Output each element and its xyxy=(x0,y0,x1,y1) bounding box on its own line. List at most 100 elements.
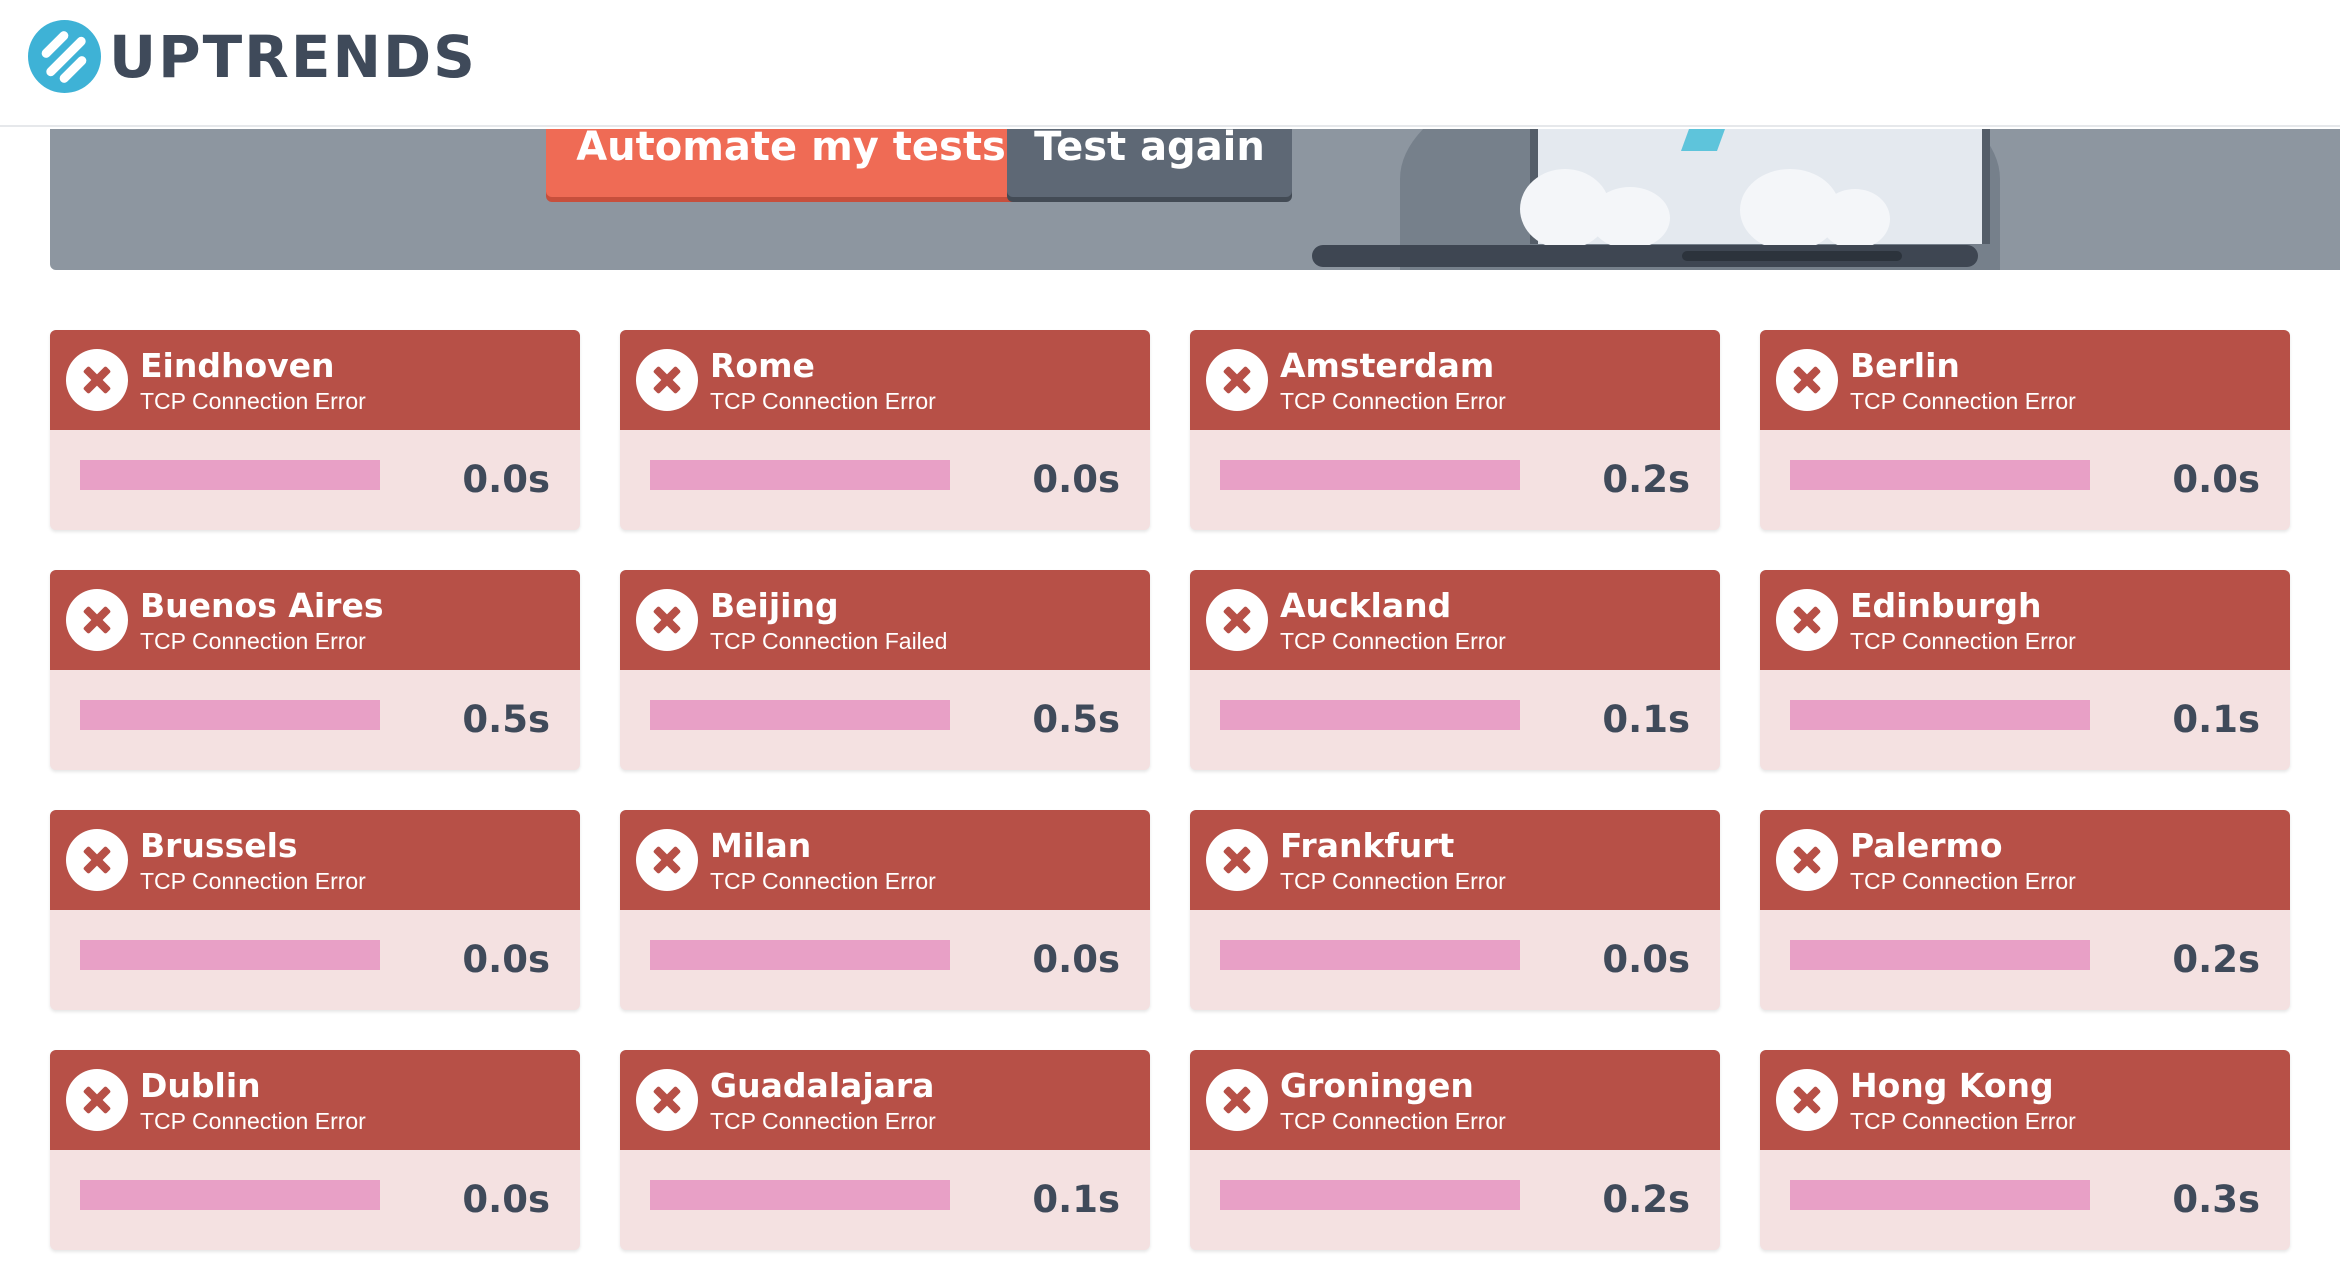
error-message: TCP Connection Error xyxy=(1280,388,1506,414)
card-body: 0.0s xyxy=(1760,430,2290,530)
card-body: 0.0s xyxy=(620,430,1150,530)
location-name: Brussels xyxy=(140,826,298,865)
location-name: Dublin xyxy=(140,1066,261,1105)
card-body: 0.0s xyxy=(50,910,580,1010)
error-x-icon xyxy=(66,589,128,651)
uptrends-logo[interactable]: UPTRENDS xyxy=(28,20,477,93)
location-result-card[interactable]: Edinburgh TCP Connection Error 0.1s xyxy=(1760,570,2290,770)
location-name: Berlin xyxy=(1850,346,1960,385)
error-message: TCP Connection Error xyxy=(1850,1108,2076,1134)
error-message: TCP Connection Error xyxy=(1850,628,2076,654)
cloud-decoration xyxy=(1590,187,1670,249)
response-time-bar xyxy=(80,700,380,730)
location-result-card[interactable]: Guadalajara TCP Connection Error 0.1s xyxy=(620,1050,1150,1250)
response-time-bar-fill xyxy=(650,1180,950,1210)
response-time-bar-fill xyxy=(80,1180,380,1210)
location-result-card[interactable]: Hong Kong TCP Connection Error 0.3s xyxy=(1760,1050,2290,1250)
location-result-card[interactable]: Frankfurt TCP Connection Error 0.0s xyxy=(1190,810,1720,1010)
response-time: 0.1s xyxy=(1602,698,1690,741)
card-body: 0.2s xyxy=(1760,910,2290,1010)
location-result-card[interactable]: Berlin TCP Connection Error 0.0s xyxy=(1760,330,2290,530)
error-message: TCP Connection Error xyxy=(1280,868,1506,894)
location-name: Buenos Aires xyxy=(140,586,384,625)
location-result-card[interactable]: Brussels TCP Connection Error 0.0s xyxy=(50,810,580,1010)
location-name: Milan xyxy=(710,826,812,865)
location-result-card[interactable]: Milan TCP Connection Error 0.0s xyxy=(620,810,1150,1010)
location-name: Auckland xyxy=(1280,586,1452,625)
response-time-bar-fill xyxy=(1790,460,2090,490)
response-time: 0.2s xyxy=(2172,938,2260,981)
results-banner: Automate my tests Test again xyxy=(50,129,2340,270)
location-result-card[interactable]: Auckland TCP Connection Error 0.1s xyxy=(1190,570,1720,770)
location-name: Rome xyxy=(710,346,815,385)
card-header: Brussels TCP Connection Error xyxy=(50,810,580,910)
response-time-bar-fill xyxy=(1220,940,1520,970)
card-header: Auckland TCP Connection Error xyxy=(1190,570,1720,670)
location-result-card[interactable]: Amsterdam TCP Connection Error 0.2s xyxy=(1190,330,1720,530)
error-message: TCP Connection Error xyxy=(1280,1108,1506,1134)
response-time: 0.2s xyxy=(1602,1178,1690,1221)
card-body: 0.1s xyxy=(1760,670,2290,770)
location-result-card[interactable]: Groningen TCP Connection Error 0.2s xyxy=(1190,1050,1720,1250)
card-header: Dublin TCP Connection Error xyxy=(50,1050,580,1150)
response-time-bar xyxy=(650,940,950,970)
card-header: Palermo TCP Connection Error xyxy=(1760,810,2290,910)
card-body: 0.3s xyxy=(1760,1150,2290,1250)
response-time-bar xyxy=(1220,1180,1520,1210)
card-body: 0.1s xyxy=(620,1150,1150,1250)
error-x-icon xyxy=(636,589,698,651)
response-time: 0.5s xyxy=(462,698,550,741)
card-header: Frankfurt TCP Connection Error xyxy=(1190,810,1720,910)
error-message: TCP Connection Failed xyxy=(710,628,948,654)
location-result-card[interactable]: Beijing TCP Connection Failed 0.5s xyxy=(620,570,1150,770)
response-time: 0.0s xyxy=(2172,458,2260,501)
response-time: 0.2s xyxy=(1602,458,1690,501)
error-x-icon xyxy=(1776,349,1838,411)
test-again-button[interactable]: Test again xyxy=(1007,129,1292,197)
response-time: 0.0s xyxy=(1032,458,1120,501)
automate-my-tests-button[interactable]: Automate my tests xyxy=(546,129,1036,197)
location-result-card[interactable]: Palermo TCP Connection Error 0.2s xyxy=(1760,810,2290,1010)
cloud-decoration xyxy=(1820,189,1890,249)
results-grid: Eindhoven TCP Connection Error 0.0s Rome TCP… xyxy=(50,330,2292,1250)
response-time: 0.0s xyxy=(462,458,550,501)
error-x-icon xyxy=(1776,829,1838,891)
error-x-icon xyxy=(66,349,128,411)
logo-text: UPTRENDS xyxy=(109,22,477,91)
response-time: 0.5s xyxy=(1032,698,1120,741)
location-result-card[interactable]: Dublin TCP Connection Error 0.0s xyxy=(50,1050,580,1250)
error-x-icon xyxy=(636,1069,698,1131)
error-message: TCP Connection Error xyxy=(1850,388,2076,414)
card-body: 0.5s xyxy=(620,670,1150,770)
card-header: Amsterdam TCP Connection Error xyxy=(1190,330,1720,430)
response-time-bar-fill xyxy=(1220,1180,1520,1210)
location-result-card[interactable]: Rome TCP Connection Error 0.0s xyxy=(620,330,1150,530)
location-name: Frankfurt xyxy=(1280,826,1455,865)
response-time-bar-fill xyxy=(650,700,950,730)
response-time: 0.3s xyxy=(2172,1178,2260,1221)
response-time-bar xyxy=(80,460,380,490)
error-message: TCP Connection Error xyxy=(710,388,936,414)
card-body: 0.2s xyxy=(1190,1150,1720,1250)
card-body: 0.0s xyxy=(620,910,1150,1010)
test-again-button-label: Test again xyxy=(1034,129,1265,170)
error-message: TCP Connection Error xyxy=(710,1108,936,1134)
response-time-bar xyxy=(650,700,950,730)
response-time-bar xyxy=(1790,700,2090,730)
card-body: 0.5s xyxy=(50,670,580,770)
card-body: 0.0s xyxy=(50,430,580,530)
error-x-icon xyxy=(636,829,698,891)
response-time: 0.1s xyxy=(1032,1178,1120,1221)
response-time-bar xyxy=(650,1180,950,1210)
card-body: 0.1s xyxy=(1190,670,1720,770)
error-x-icon xyxy=(1206,589,1268,651)
location-result-card[interactable]: Eindhoven TCP Connection Error 0.0s xyxy=(50,330,580,530)
location-result-card[interactable]: Buenos Aires TCP Connection Error 0.5s xyxy=(50,570,580,770)
response-time: 0.0s xyxy=(1032,938,1120,981)
response-time-bar xyxy=(1220,700,1520,730)
response-time: 0.1s xyxy=(2172,698,2260,741)
response-time-bar-fill xyxy=(1790,1180,2090,1210)
response-time-bar xyxy=(80,940,380,970)
card-body: 0.2s xyxy=(1190,430,1720,530)
response-time-bar-fill xyxy=(1220,460,1520,490)
